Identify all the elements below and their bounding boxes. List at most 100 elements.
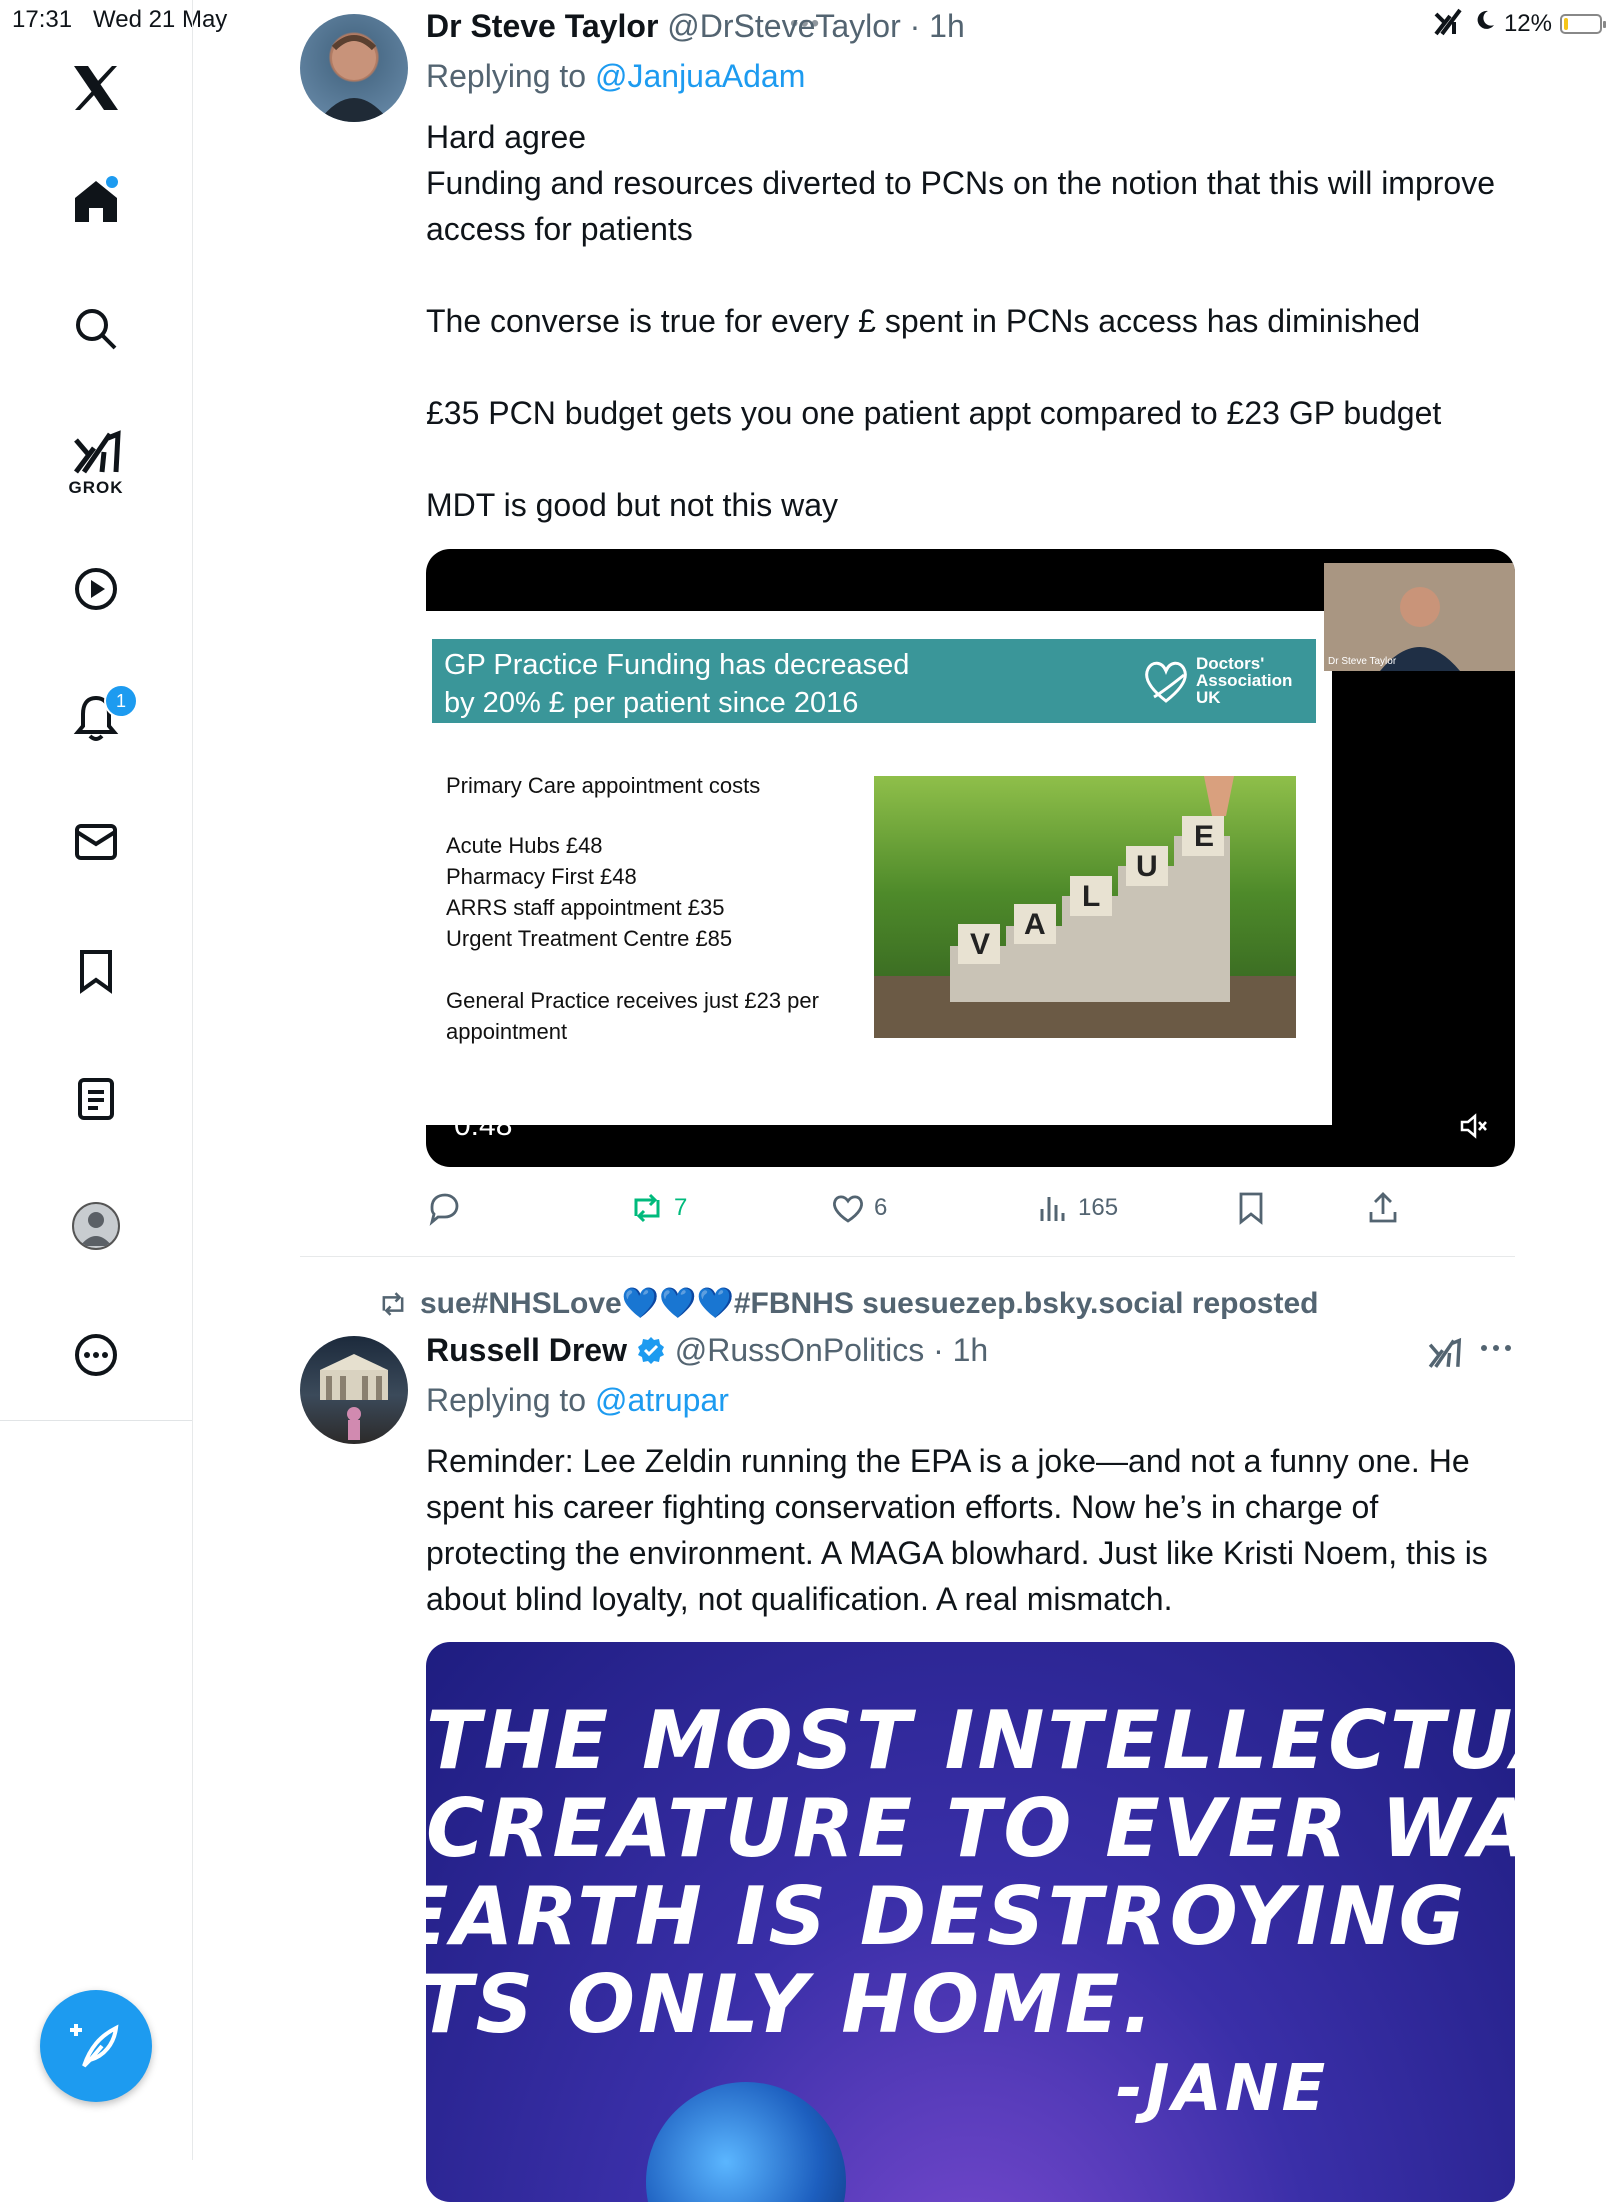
search-icon[interactable]: [0, 306, 192, 352]
replying-to: Replying to @JanjuaAdam: [426, 58, 805, 95]
profile-nav[interactable]: [0, 1202, 192, 1250]
repost-by: sue#NHSLove: [420, 1287, 622, 1320]
moon-icon: [1474, 9, 1496, 38]
x-logo-icon[interactable]: [0, 62, 192, 114]
views-button[interactable]: 165: [1036, 1188, 1118, 1228]
author-avatar[interactable]: [300, 14, 408, 122]
more-options-icon[interactable]: [0, 1332, 192, 1378]
slide-banner: GP Practice Funding has decreased by 20%…: [432, 639, 1316, 723]
author-handle-2: @RussOnPolitics: [674, 1332, 925, 1368]
battery-percent: 12%: [1503, 9, 1552, 37]
grok-post-icon[interactable]: [1426, 1336, 1462, 1375]
bookmark-button[interactable]: [1236, 1188, 1266, 1228]
profile-avatar-icon: [72, 1202, 120, 1250]
replying-prefix-2: Replying to: [426, 1382, 587, 1418]
slide-title-line2: by 20% £ per patient since 2016: [444, 687, 859, 719]
retweet-count: 7: [674, 1194, 688, 1221]
video-slide: GP Practice Funding has decreased by 20%…: [426, 611, 1332, 1125]
webcam-inset: Dr Steve Taylor: [1324, 563, 1515, 671]
heart-icon: [833, 1195, 863, 1223]
post-text-2: Reminder: Lee Zeldin running the EPA is …: [426, 1443, 1497, 1617]
slide-item-1: Pharmacy First £48: [446, 864, 637, 889]
video-player[interactable]: GP Practice Funding has decreased by 20%…: [426, 549, 1515, 1167]
post-separator: [300, 1256, 1515, 1257]
battery-icon: [1560, 13, 1606, 34]
post-time-2: · 1h: [933, 1332, 989, 1368]
logo-line1: Doctors': [1196, 654, 1265, 673]
coin-letter-u: U: [1136, 850, 1158, 883]
grok-icon[interactable]: [0, 428, 192, 476]
mute-icon[interactable]: [1459, 1111, 1489, 1146]
video-play-icon[interactable]: [0, 566, 192, 612]
coin-letter-a: A: [1024, 908, 1046, 941]
messages-envelope-icon[interactable]: [0, 822, 192, 862]
post-text: Hard agree Funding and resources diverte…: [426, 119, 1495, 523]
notifications-bell-icon[interactable]: 1: [0, 684, 192, 742]
slide-title-line1: GP Practice Funding has decreased: [444, 649, 910, 681]
dauk-logo-text: Doctors' Association UK: [1196, 655, 1292, 706]
quote-image[interactable]: THE MOST INTELLECTUAL CREATURE TO EVER W…: [426, 1642, 1515, 2202]
repost-icon: [382, 1291, 404, 1316]
replying-to-2: Replying to @atrupar: [426, 1382, 729, 1419]
lists-icon[interactable]: [0, 1076, 192, 1122]
bookmark-icon: [1239, 1192, 1263, 1225]
grok-status-icon: [1432, 4, 1466, 43]
slide-footer-line1: General Practice receives just £23 per: [446, 988, 819, 1013]
author-display-name-2[interactable]: Russell Drew @RussOnPolitics · 1h: [426, 1332, 988, 1369]
retweet-icon: [634, 1193, 660, 1223]
webcam-label: Dr Steve Taylor: [1328, 656, 1397, 667]
repost-suffix: #FBNHS suesuezep.bsky.social reposted: [733, 1287, 1319, 1320]
coin-letter-e: E: [1194, 820, 1215, 853]
replying-prefix: Replying to: [426, 58, 587, 94]
share-icon: [1369, 1192, 1397, 1223]
home-unread-dot: [104, 174, 120, 190]
sidebar: GROK 1: [0, 0, 193, 2160]
earth-illustration: [646, 2082, 846, 2202]
coin-letter-l: L: [1082, 880, 1101, 913]
slide-heading: Primary Care appointment costs: [446, 773, 761, 798]
heart-logo-icon: [1145, 661, 1187, 703]
retweet-button[interactable]: 7: [628, 1188, 687, 1228]
display-name: Dr Steve Taylor: [426, 8, 659, 44]
repost-hearts: 💙💙💙: [621, 1287, 734, 1320]
compose-post-button[interactable]: [40, 1990, 152, 2102]
slide-footer-line2: appointment: [446, 1019, 568, 1044]
quote-author: -JANE: [1116, 2052, 1329, 2126]
reply-icon: [429, 1193, 459, 1226]
quote-line-1: CREATURE TO EVER WALK: [426, 1782, 1515, 1875]
repost-indicator[interactable]: sue#NHSLove💙💙💙#FBNHS suesuezep.bsky.soci…: [376, 1286, 1318, 1321]
grok-label: GROK: [68, 478, 124, 497]
like-button[interactable]: 6: [830, 1188, 887, 1228]
display-name-2: Russell Drew: [426, 1332, 627, 1368]
logo-line2: Association: [1196, 671, 1293, 690]
feather-plus-icon: [70, 2024, 119, 2068]
views-count: 165: [1078, 1194, 1119, 1221]
reply-button[interactable]: [426, 1188, 462, 1228]
slide-item-2: ARRS staff appointment £35: [446, 895, 725, 920]
bookmarks-icon[interactable]: [0, 948, 192, 994]
quote-line-0: THE MOST INTELLECTUAL: [426, 1694, 1515, 1787]
like-count: 6: [874, 1194, 888, 1221]
logo-line3: UK: [1196, 688, 1221, 707]
post-time: · 1h: [909, 8, 965, 44]
post-more-icon[interactable]: [1480, 1340, 1512, 1361]
status-right: 12%: [1432, 4, 1606, 43]
sidebar-divider: [0, 1420, 192, 1421]
author-display-name[interactable]: Dr Steve Taylor @DrSteveTaylor · 1h: [426, 8, 965, 45]
author-avatar-2[interactable]: [300, 1336, 408, 1444]
verified-badge-icon: [637, 1337, 664, 1364]
author-handle: @DrSteveTaylor: [667, 8, 901, 44]
quote-line-2: EARTH IS DESTROYING: [426, 1870, 1468, 1963]
home-icon[interactable]: [0, 174, 192, 226]
notifications-badge: 1: [104, 684, 138, 718]
views-chart-icon: [1040, 1197, 1065, 1221]
replying-handle-link[interactable]: @JanjuaAdam: [595, 58, 805, 94]
value-coins-image: V A L U E: [874, 776, 1296, 1038]
quote-line-3: ITS ONLY HOME.: [426, 1958, 1156, 2051]
video-duration: 0:48: [454, 1109, 513, 1142]
slide-item-3: Urgent Treatment Centre £85: [446, 926, 733, 951]
replying-handle-link-2[interactable]: @atrupar: [595, 1382, 729, 1418]
share-button[interactable]: [1366, 1188, 1400, 1228]
coin-letter-v: V: [970, 928, 991, 961]
slide-item-0: Acute Hubs £48: [446, 833, 603, 858]
